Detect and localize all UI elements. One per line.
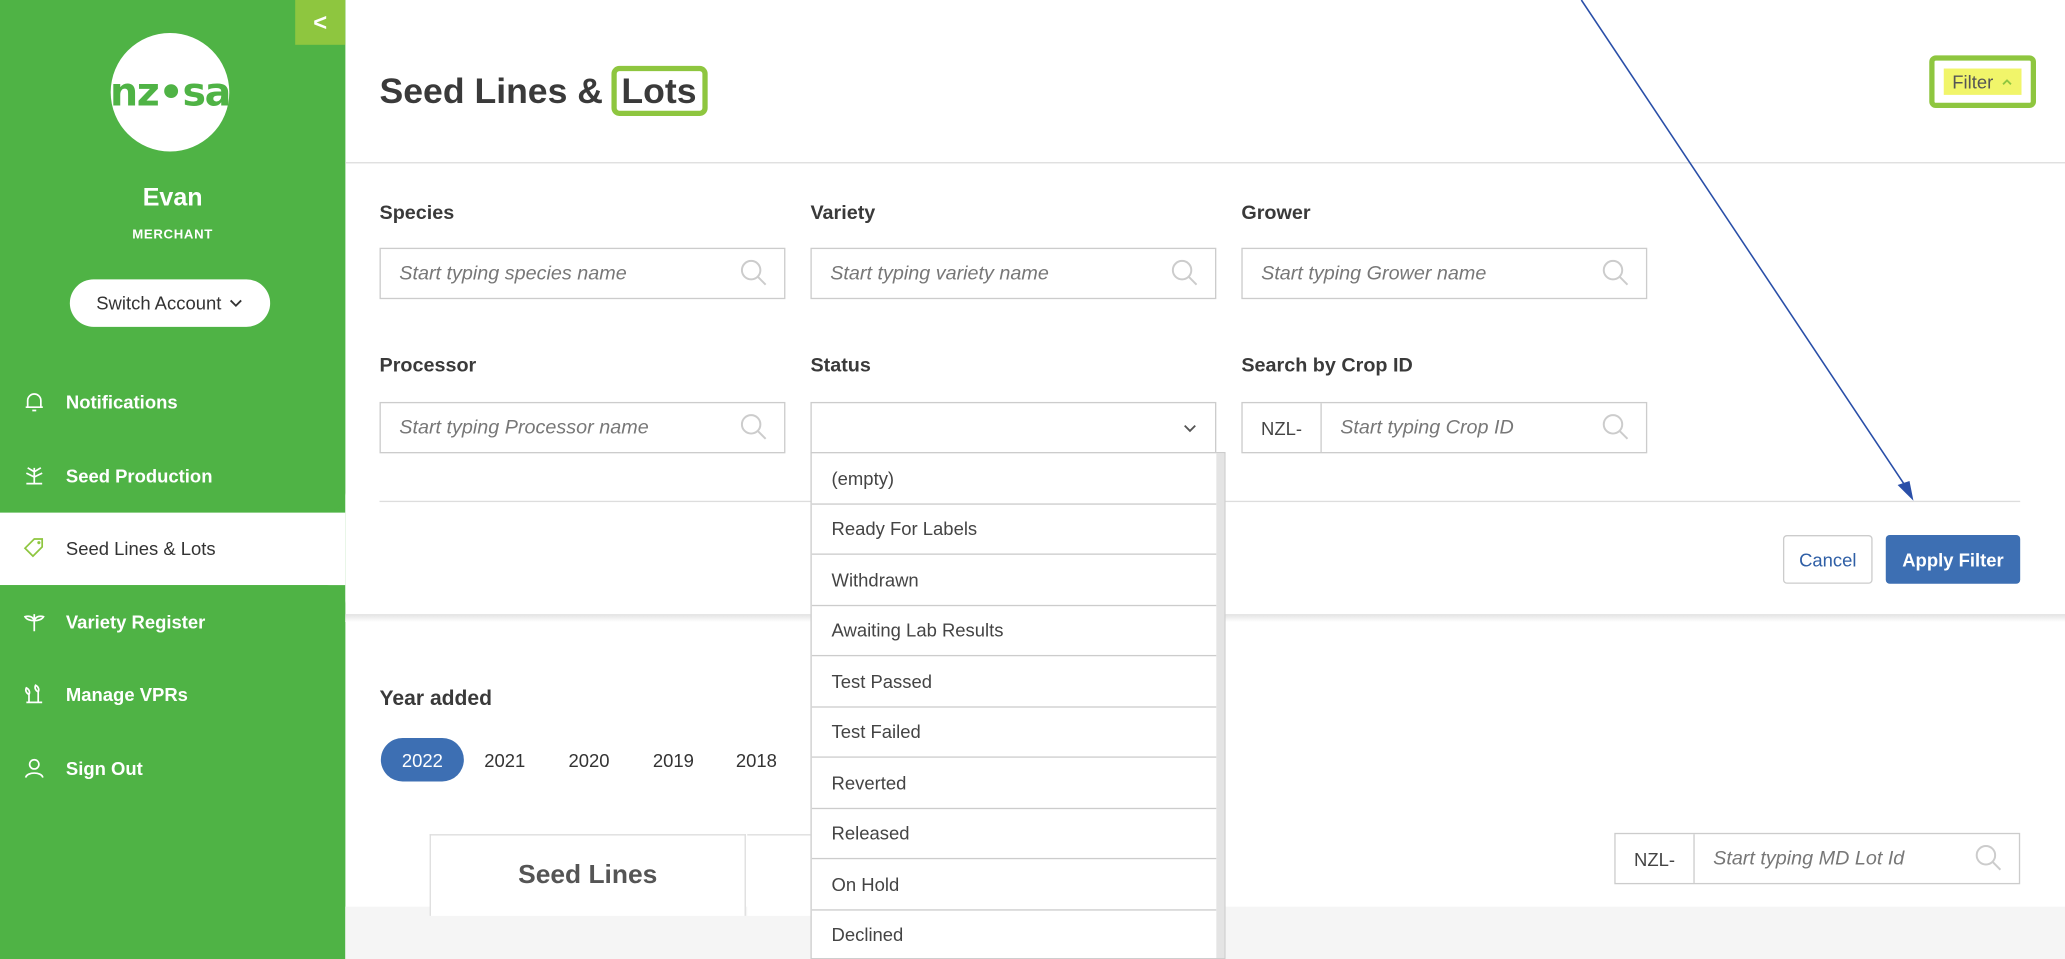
status-option[interactable]: Withdrawn (811, 555, 1217, 606)
search-icon (1602, 259, 1629, 285)
header-divider (345, 162, 2065, 164)
page-title: Seed Lines & Lots (379, 65, 708, 116)
sidebar-item-label: Variety Register (65, 611, 206, 633)
year-added-label: Year added (379, 687, 493, 711)
sidebar-item-label: Seed Production (65, 465, 213, 487)
search-icon (740, 413, 767, 439)
filter-toggle-button[interactable]: Filter (1929, 55, 2037, 109)
tab-seed-lines[interactable]: Seed Lines (429, 834, 746, 916)
logo-text: nz•sa (109, 69, 231, 116)
search-icon (1171, 259, 1198, 285)
variety-input[interactable]: Start typing variety name (810, 247, 1217, 300)
crop-id-placeholder: Start typing Crop ID (1340, 416, 1514, 439)
status-option[interactable]: Awaiting Lab Results (811, 606, 1217, 657)
switch-account-button[interactable]: Switch Account (69, 279, 271, 327)
species-label: Species (379, 201, 455, 225)
year-option-2020[interactable]: 2020 (559, 738, 620, 781)
crop-id-label: Search by Crop ID (1241, 354, 1413, 377)
sidebar-collapse-button[interactable]: < (295, 0, 346, 45)
sidebar-item-label: Sign Out (65, 757, 143, 779)
chevron-up-icon (2001, 79, 2012, 85)
bell-icon (21, 389, 47, 415)
status-option[interactable]: Test Passed (811, 656, 1217, 707)
year-option-2018[interactable]: 2018 (726, 738, 787, 781)
chevron-down-icon (1184, 424, 1196, 433)
tab-lots[interactable] (747, 834, 814, 916)
user-role: MERCHANT (132, 227, 213, 243)
processor-input[interactable]: Start typing Processor name (379, 401, 786, 454)
filter-toggle-inner: Filter (1944, 68, 2021, 95)
tag-icon (21, 535, 47, 561)
status-dropdown[interactable]: (empty) Ready For Labels Withdrawn Await… (810, 452, 1226, 959)
sidebar-item-variety-register[interactable]: Variety Register (21, 606, 205, 638)
lot-id-prefix: NZL- (1616, 834, 1695, 883)
status-select[interactable] (810, 401, 1217, 454)
sprout-icon (21, 609, 47, 635)
processor-placeholder: Start typing Processor name (399, 416, 649, 439)
switch-account-label: Switch Account (96, 292, 222, 314)
dropdown-scrollbar[interactable] (1216, 453, 1225, 959)
apply-filter-button[interactable]: Apply Filter (1885, 535, 2021, 584)
sidebar-item-seed-lines-lots[interactable]: Seed Lines & Lots (21, 532, 216, 564)
grower-label: Grower (1241, 201, 1311, 225)
filter-toggle-label: Filter (1952, 71, 1994, 93)
lot-id-placeholder: Start typing MD Lot Id (1713, 847, 1905, 870)
sidebar-item-label: Notifications (65, 391, 178, 413)
species-input[interactable]: Start typing species name (379, 247, 786, 300)
status-option[interactable]: Released (811, 808, 1217, 860)
year-option-2019[interactable]: 2019 (643, 738, 704, 781)
user-name: Evan (142, 184, 203, 213)
variety-placeholder: Start typing variety name (830, 262, 1049, 285)
sidebar-item-seed-production[interactable]: Seed Production (21, 460, 212, 492)
status-option[interactable]: Test Failed (811, 707, 1217, 758)
variety-label: Variety (810, 201, 876, 225)
status-option[interactable]: Declined (812, 910, 1217, 958)
sidebar-item-notifications[interactable]: Notifications (21, 386, 178, 418)
crop-id-input[interactable]: NZL- Start typing Crop ID (1241, 401, 1648, 454)
chevron-down-icon (229, 299, 242, 308)
sidebar-item-manage-vprs[interactable]: Manage VPRs (21, 679, 188, 711)
status-option[interactable]: On Hold (811, 859, 1217, 910)
grower-placeholder: Start typing Grower name (1261, 262, 1487, 285)
search-icon (740, 259, 767, 285)
crop-id-prefix: NZL- (1243, 403, 1322, 453)
cancel-button[interactable]: Cancel (1782, 535, 1873, 584)
page-title-prefix: Seed Lines & (379, 70, 603, 111)
page-title-highlight: Lots (610, 65, 708, 116)
sidebar-item-sign-out[interactable]: Sign Out (21, 752, 143, 784)
search-icon (1975, 844, 2002, 870)
year-option-2021[interactable]: 2021 (474, 738, 535, 781)
processor-label: Processor (379, 354, 477, 377)
grower-input[interactable]: Start typing Grower name (1241, 247, 1648, 300)
sidebar-item-label: Seed Lines & Lots (65, 537, 216, 559)
status-option[interactable]: (empty) (811, 453, 1217, 505)
lot-id-search-input[interactable]: NZL- Start typing MD Lot Id (1614, 832, 2021, 885)
user-icon (21, 755, 47, 781)
year-option-2022[interactable]: 2022 (380, 737, 464, 782)
search-icon (1602, 413, 1629, 439)
status-option[interactable]: Reverted (811, 758, 1217, 809)
logo: nz•sa (109, 32, 231, 152)
status-option[interactable]: Ready For Labels (811, 504, 1217, 555)
seed-production-icon (21, 463, 47, 489)
species-placeholder: Start typing species name (399, 262, 627, 285)
status-label: Status (810, 354, 871, 377)
sidebar-item-label: Manage VPRs (65, 683, 188, 706)
plants-icon (21, 681, 47, 707)
